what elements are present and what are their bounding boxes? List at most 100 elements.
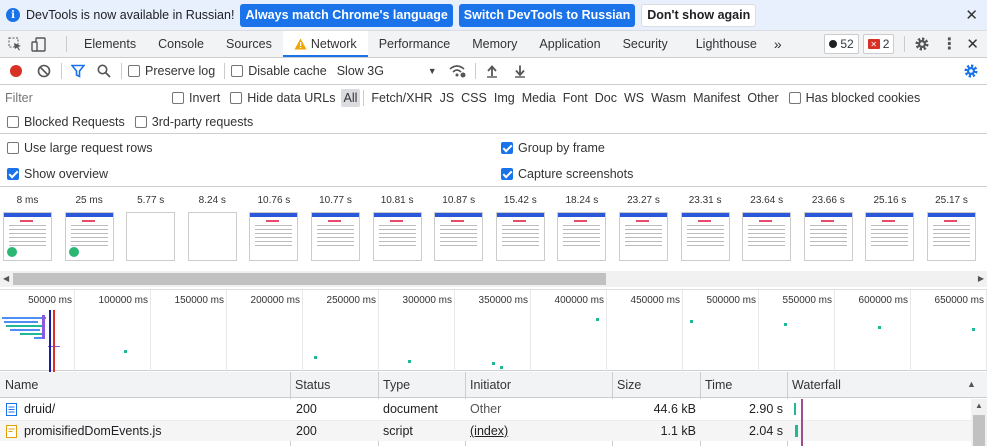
timeline-gridline <box>682 290 683 372</box>
timeline-tick-label: 550000 ms <box>782 295 832 306</box>
filter-type-manifest[interactable]: Manifest <box>690 89 743 107</box>
always-match-language-button[interactable]: Always match Chrome's language <box>240 3 453 27</box>
screenshot-thumbnail[interactable] <box>187 212 237 261</box>
overview-timeline[interactable]: 50000 ms 100000 ms 150000 ms 200000 ms 25000… <box>0 289 987 372</box>
show-overview-checkbox[interactable] <box>7 167 19 180</box>
filter-input[interactable] <box>0 88 160 108</box>
screenshot-thumbnail[interactable] <box>495 212 545 261</box>
blocked-cookies-checkbox[interactable] <box>788 92 801 104</box>
filter-type-wasm[interactable]: Wasm <box>648 89 689 107</box>
tab-elements[interactable]: Elements <box>73 31 147 57</box>
preserve-log-label: Preserve log <box>145 64 216 78</box>
search-icon[interactable] <box>97 64 111 78</box>
filter-type-doc[interactable]: Doc <box>592 89 620 107</box>
filter-type-media[interactable]: Media <box>519 89 559 107</box>
scroll-up-icon[interactable]: ▲ <box>975 401 983 410</box>
timeline-gridline <box>910 290 911 372</box>
filter-type-img[interactable]: Img <box>491 89 518 107</box>
column-header-type[interactable]: Type <box>383 378 410 392</box>
close-devtools-icon[interactable]: ✕ <box>966 35 979 53</box>
filter-type-all[interactable]: All <box>340 89 361 107</box>
screenshot-thumbnail[interactable] <box>557 212 607 261</box>
errors-counter[interactable]: ✕ 2 <box>862 34 895 54</box>
scroll-left-icon[interactable]: ◀ <box>3 274 9 283</box>
large-rows-checkbox[interactable] <box>7 142 19 154</box>
inspect-element-icon[interactable] <box>8 37 22 51</box>
filmstrip-scrollbar[interactable]: ◀ ▶ <box>0 271 987 287</box>
screenshot-thumbnail[interactable] <box>803 212 853 261</box>
tab-lighthouse[interactable]: Lighthouse <box>679 31 768 57</box>
table-row[interactable]: promisifiedDomEvents.js 200 script (inde… <box>0 420 987 441</box>
import-har-icon[interactable] <box>485 64 499 78</box>
request-size: 44.6 kB <box>653 402 696 416</box>
switch-to-russian-button[interactable]: Switch DevTools to Russian <box>458 3 636 27</box>
capture-screenshots-checkbox[interactable] <box>501 167 513 180</box>
screenshot-thumbnail[interactable] <box>680 212 730 261</box>
group-by-frame-checkbox[interactable] <box>501 142 513 154</box>
timeline-gridline <box>74 290 75 372</box>
screenshot-thumbnail[interactable] <box>3 212 52 261</box>
column-header-waterfall[interactable]: Waterfall <box>792 378 841 392</box>
settings-gear-icon[interactable] <box>914 36 930 52</box>
screenshot-thumbnail[interactable] <box>311 212 360 261</box>
screenshot-thumbnail[interactable] <box>249 212 299 261</box>
filter-funnel-icon[interactable] <box>71 64 85 78</box>
screenshot-thumbnail[interactable] <box>126 212 176 261</box>
screenshot-thumbnail[interactable] <box>865 212 915 261</box>
export-har-icon[interactable] <box>513 64 527 78</box>
kebab-menu-icon[interactable]: ⋮ <box>941 34 957 54</box>
network-conditions-icon[interactable] <box>449 64 467 78</box>
tab-sources[interactable]: Sources <box>215 31 283 57</box>
screenshot-thumbnail[interactable] <box>619 212 668 261</box>
tab-network[interactable]: Network <box>282 31 368 57</box>
filter-type-js[interactable]: JS <box>437 89 458 107</box>
device-toolbar-icon[interactable] <box>31 36 47 52</box>
hide-data-urls-checkbox[interactable] <box>230 92 243 104</box>
filter-type-fetch-xhr[interactable]: Fetch/XHR <box>368 89 435 107</box>
request-initiator-link[interactable]: (index) <box>470 424 508 438</box>
tab-memory[interactable]: Memory <box>461 31 528 57</box>
screenshot-thumbnail[interactable] <box>434 212 484 261</box>
screenshot-thumbnail[interactable] <box>64 212 114 261</box>
blocked-requests-checkbox[interactable] <box>7 115 19 128</box>
request-size: 1.1 kB <box>660 424 696 438</box>
table-vertical-scrollbar[interactable]: ▲ <box>971 399 987 446</box>
invert-checkbox[interactable] <box>172 92 184 104</box>
column-header-status[interactable]: Status <box>295 378 330 392</box>
network-settings-gear-icon[interactable] <box>963 63 979 79</box>
tab-performance[interactable]: Performance <box>368 31 462 57</box>
filter-type-other[interactable]: Other <box>744 89 781 107</box>
close-infobar-icon[interactable]: ✕ <box>965 6 978 24</box>
table-row[interactable]: druid/ 200 document Other 44.6 kB 2.90 s <box>0 399 987 420</box>
scrollbar-thumb[interactable] <box>13 273 606 285</box>
filter-type-font[interactable]: Font <box>560 89 591 107</box>
filter-type-ws[interactable]: WS <box>621 89 647 107</box>
more-tabs-icon[interactable]: » <box>768 31 788 57</box>
sort-ascending-icon[interactable]: ▲ <box>967 379 976 389</box>
tab-application[interactable]: Application <box>528 31 611 57</box>
column-header-initiator[interactable]: Initiator <box>470 378 511 392</box>
dont-show-again-button[interactable]: Don't show again <box>641 3 757 27</box>
preserve-log-checkbox[interactable] <box>128 65 140 77</box>
disable-cache-checkbox[interactable] <box>231 65 244 77</box>
scroll-right-icon[interactable]: ▶ <box>978 274 984 283</box>
third-party-checkbox[interactable] <box>134 115 147 128</box>
record-icon[interactable] <box>9 64 23 78</box>
timeline-tick-label: 450000 ms <box>630 295 680 306</box>
screenshot-thumbnail[interactable] <box>372 212 422 261</box>
errors-count: 2 <box>882 37 890 51</box>
tab-security[interactable]: Security <box>612 31 679 57</box>
screenshot-thumbnail[interactable] <box>927 212 976 261</box>
messages-counter[interactable]: 52 <box>824 34 859 54</box>
scrollbar-thumb[interactable] <box>973 415 985 446</box>
tab-console[interactable]: Console <box>147 31 215 57</box>
column-header-time[interactable]: Time <box>705 378 732 392</box>
large-rows-label: Use large request rows <box>24 141 153 155</box>
column-header-name[interactable]: Name <box>5 378 38 392</box>
waterfall-marker <box>314 356 317 359</box>
filter-type-css[interactable]: CSS <box>458 89 490 107</box>
clear-icon[interactable] <box>37 64 51 78</box>
screenshot-thumbnail[interactable] <box>742 212 792 261</box>
throttling-select[interactable]: Slow 3G ▼ <box>337 64 437 78</box>
column-header-size[interactable]: Size <box>617 378 641 392</box>
